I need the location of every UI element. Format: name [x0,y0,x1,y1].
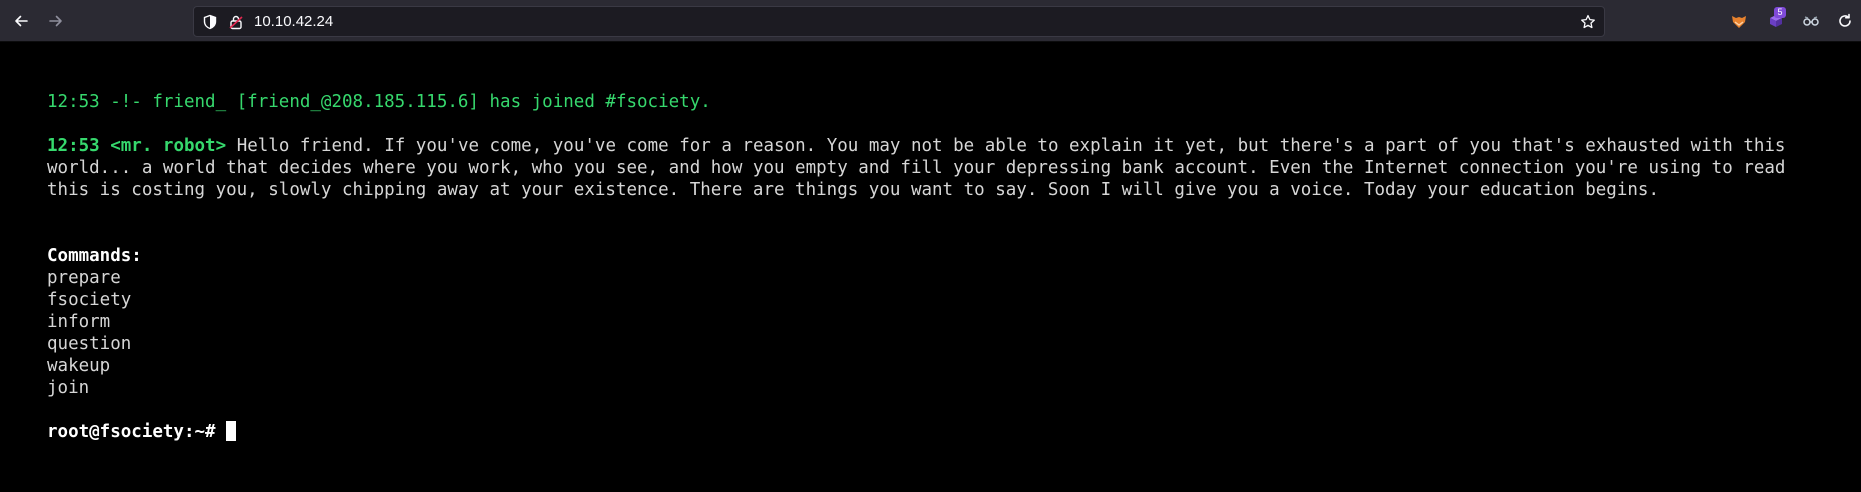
url-text[interactable]: 10.10.42.24 [254,13,333,30]
extension-badge: 5 [1774,7,1786,18]
back-button[interactable] [9,9,33,33]
fox-extension-button[interactable] [1728,10,1750,32]
commands-title: Commands: [47,246,142,266]
command-item: inform [47,312,111,332]
lock-icon[interactable] [228,14,244,30]
reload-button[interactable] [1833,9,1857,33]
command-item: wakeup [47,356,111,376]
chat-message: 12:53 <mr. robot> Hello friend. If you'v… [47,135,1837,201]
browser-toolbar: 10.10.42.24 5 [0,0,1861,42]
forward-arrow-icon [49,15,62,27]
address-bar[interactable]: 10.10.42.24 [193,6,1605,37]
command-prompt[interactable]: root@fsociety:~# [47,421,236,443]
shield-icon[interactable] [202,14,218,30]
back-arrow-icon [15,15,28,27]
reload-icon [1839,13,1851,27]
fox-extension-icon [1732,16,1746,28]
command-item: question [47,334,132,354]
command-item: fsociety [47,290,132,310]
command-item: join [47,378,90,398]
glasses-extension-button[interactable] [1800,10,1822,32]
message-text: Hello friend. If you've come, you've com… [47,136,1786,200]
glasses-extension-icon [1803,16,1819,26]
star-icon[interactable] [1580,14,1596,30]
commands-list: Commands: prepare fsociety inform questi… [47,245,142,399]
command-item: prepare [47,268,121,288]
terminal-cursor[interactable] [225,421,236,441]
terminal-output: 12:53 -!- friend_ [friend_@208.185.115.6… [47,42,1837,492]
join-notice: 12:53 -!- friend_ [friend_@208.185.115.6… [47,92,711,112]
forward-button[interactable] [44,9,68,33]
prompt-text: root@fsociety:~# [47,422,216,442]
message-timestamp: 12:53 [47,136,100,156]
message-nick: <mr. robot> [110,136,227,156]
purple-extension-button[interactable]: 5 [1765,7,1787,32]
